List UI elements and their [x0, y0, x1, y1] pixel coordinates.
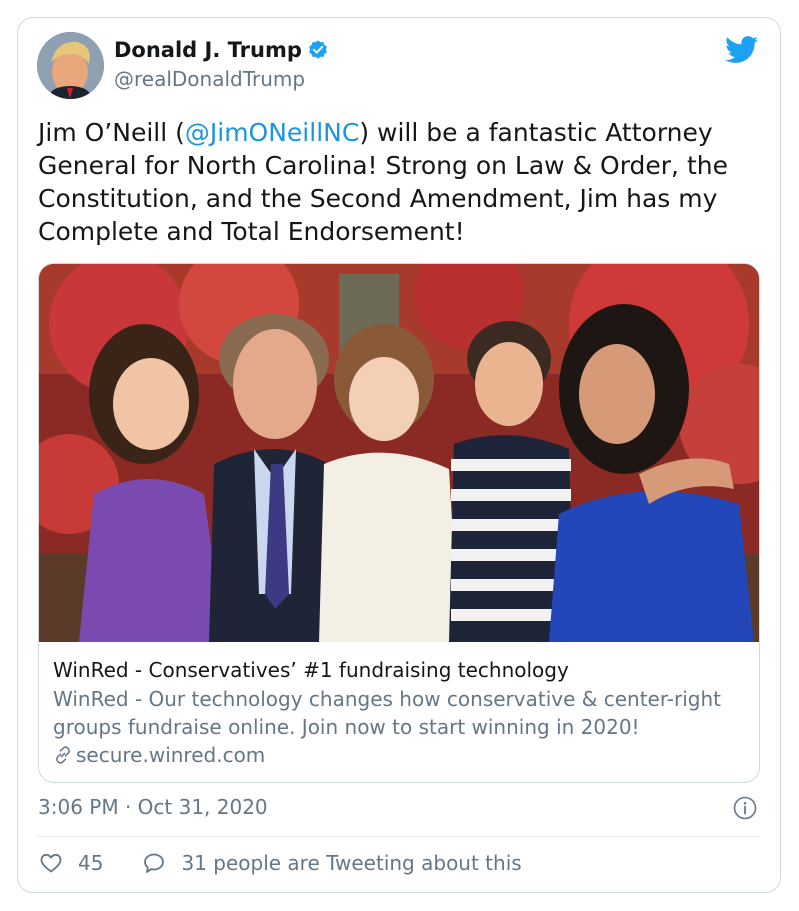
link-title[interactable]: WinRed - Conservatives’ #1 fundraising t… — [53, 656, 743, 684]
link-preview-card[interactable]: WinRed - Conservatives’ #1 fundraising t… — [38, 263, 760, 783]
mention-link[interactable]: @JimONeillNC — [185, 118, 359, 147]
family-photo[interactable] — [39, 264, 760, 642]
divider — [38, 836, 760, 837]
author-avatar[interactable] — [37, 32, 104, 99]
like-count[interactable]: 45 — [78, 851, 103, 875]
link-domain[interactable]: secure.winred.com — [76, 741, 265, 769]
tweet-timestamp[interactable]: 3:06 PM · Oct 31, 2020 — [38, 795, 268, 819]
speech-bubble-icon[interactable] — [141, 851, 167, 875]
author-handle[interactable]: @realDonaldTrump — [114, 67, 305, 91]
tweet-text-start: Jim O’Neill ( — [38, 118, 185, 147]
link-domain-row[interactable]: secure.winred.com — [53, 741, 743, 769]
engagement-bar: 45 31 people are Tweeting about this — [38, 851, 522, 875]
heart-icon[interactable] — [38, 851, 64, 875]
tweeting-about-this[interactable]: 31 people are Tweeting about this — [181, 851, 521, 875]
tweet-text: Jim O’Neill (@JimONeillNC) will be a fan… — [38, 116, 768, 248]
link-info[interactable]: WinRed - Conservatives’ #1 fundraising t… — [53, 656, 743, 769]
link-icon — [56, 746, 70, 764]
author-name-row[interactable]: Donald J. Trump — [114, 38, 329, 62]
info-icon[interactable] — [733, 796, 757, 820]
author-name[interactable]: Donald J. Trump — [114, 38, 302, 62]
link-description: WinRed - Our technology changes how cons… — [53, 687, 721, 739]
verified-badge-icon — [308, 40, 327, 59]
avatar-image — [37, 32, 104, 99]
twitter-bird-icon[interactable] — [725, 36, 759, 64]
